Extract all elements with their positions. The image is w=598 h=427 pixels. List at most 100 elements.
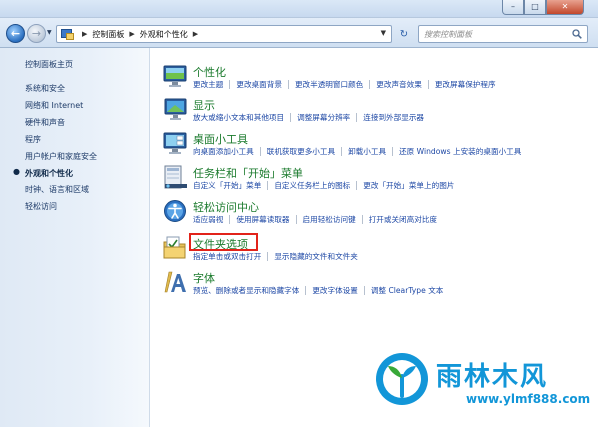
forward-button[interactable]: → (27, 24, 46, 43)
category-title[interactable]: 任务栏和「开始」菜单 (193, 165, 303, 181)
control-panel-icon (61, 29, 74, 40)
category-links: 自定义「开始」菜单 自定义任务栏上的图标 更改「开始」菜单上的图片 (193, 180, 454, 191)
task-link[interactable]: 卸载小工具 (348, 146, 386, 157)
watermark-logo-icon (376, 353, 428, 405)
link-divider (295, 215, 297, 224)
watermark-url: www.ylmf888.com (466, 392, 591, 406)
category-links: 适应弱视 使用屏幕读取器 启用轻松访问键 打开或关闭高对比度 (193, 214, 437, 225)
category-title[interactable]: 桌面小工具 (193, 131, 248, 147)
link-divider (369, 80, 371, 89)
link-divider (363, 286, 365, 295)
arrow-right-icon: → (31, 27, 42, 40)
category-links: 指定单击或双击打开 显示隐藏的文件和文件夹 (193, 251, 358, 262)
link-divider (229, 215, 231, 224)
left-navigation-pane: 控制面板主页 系统和安全 网络和 Internet 硬件和声音 程序 用户帐户和… (0, 48, 150, 427)
task-link[interactable]: 联机获取更多小工具 (267, 146, 335, 157)
sidebar-item-hardware-sound[interactable]: 硬件和声音 (25, 117, 65, 128)
address-bar[interactable]: ▶ 控制面板 ▶ 外观和个性化 ▶ ▼ (56, 25, 392, 43)
task-link[interactable]: 启用轻松访问键 (303, 214, 356, 225)
search-input[interactable] (424, 29, 569, 39)
personalization-icon[interactable] (163, 64, 189, 88)
task-link[interactable]: 更改桌面背景 (236, 79, 282, 90)
search-box[interactable] (418, 25, 588, 43)
folder-options-icon[interactable] (163, 236, 189, 260)
task-link[interactable]: 更改半透明窗口颜色 (295, 79, 363, 90)
maximize-button[interactable]: □ (524, 0, 546, 15)
ease-of-access-icon[interactable] (163, 199, 189, 223)
category-links: 放大或缩小文本和其他项目 调整屏幕分辨率 连接到外部显示器 (193, 112, 424, 123)
task-link[interactable]: 打开或关闭高对比度 (369, 214, 437, 225)
category-title[interactable]: 个性化 (193, 64, 226, 80)
minimize-button[interactable]: – (502, 0, 524, 15)
search-icon[interactable] (572, 29, 582, 39)
category-title[interactable]: 显示 (193, 97, 215, 113)
task-link[interactable]: 自定义任务栏上的图标 (274, 180, 350, 191)
recent-pages-dropdown[interactable]: ▼ (47, 29, 52, 36)
highlight-annotation-box (189, 233, 258, 251)
category-title[interactable]: 轻松访问中心 (193, 199, 259, 215)
link-divider (427, 80, 429, 89)
link-divider (341, 147, 343, 156)
sidebar-item-network-internet[interactable]: 网络和 Internet (25, 100, 83, 111)
title-bar: – □ ✕ (0, 0, 598, 18)
breadcrumb-chevron-icon[interactable]: ▶ (193, 30, 198, 38)
link-divider (267, 252, 269, 261)
task-link[interactable]: 更改字体设置 (312, 285, 358, 296)
caption-buttons: – □ ✕ (502, 0, 584, 15)
link-divider (392, 147, 394, 156)
display-icon[interactable] (163, 97, 189, 121)
task-link[interactable]: 显示隐藏的文件和文件夹 (274, 251, 358, 262)
task-link[interactable]: 适应弱视 (193, 214, 223, 225)
task-link[interactable]: 更改主题 (193, 79, 223, 90)
task-link[interactable]: 指定单击或双击打开 (193, 251, 261, 262)
category-links: 更改主题 更改桌面背景 更改半透明窗口颜色 更改声音效果 更改屏幕保护程序 (193, 79, 496, 90)
arrow-left-icon: ← (10, 27, 21, 40)
task-link[interactable]: 更改声音效果 (376, 79, 422, 90)
task-link[interactable]: 更改「开始」菜单上的图片 (363, 180, 454, 191)
gadgets-icon[interactable] (163, 131, 189, 155)
navigation-bar: ← → ▼ ▶ 控制面板 ▶ 外观和个性化 ▶ ▼ ↻ (0, 18, 598, 48)
task-link[interactable]: 还原 Windows 上安装的桌面小工具 (399, 146, 521, 157)
back-button[interactable]: ← (6, 24, 25, 43)
sidebar-item-control-panel-home[interactable]: 控制面板主页 (25, 59, 73, 70)
breadcrumb-appearance[interactable]: 外观和个性化 (140, 29, 188, 40)
sidebar-item-programs[interactable]: 程序 (25, 134, 41, 145)
task-link[interactable]: 向桌面添加小工具 (193, 146, 254, 157)
sidebar-item-user-accounts[interactable]: 用户帐户和家庭安全 (25, 151, 97, 162)
link-divider (267, 181, 269, 190)
watermark-title: 雨林木风 (436, 362, 549, 392)
task-link[interactable]: 连接到外部显示器 (363, 112, 424, 123)
refresh-icon: ↻ (399, 29, 409, 40)
task-link[interactable]: 放大或缩小文本和其他项目 (193, 112, 284, 123)
task-link[interactable]: 调整 ClearType 文本 (371, 285, 444, 296)
sidebar-item-ease-of-access[interactable]: 轻松访问 (25, 201, 57, 212)
current-item-bullet-icon: ● (13, 167, 20, 176)
task-link[interactable]: 使用屏幕读取器 (236, 214, 289, 225)
address-dropdown-icon[interactable]: ▼ (381, 29, 386, 37)
task-link[interactable]: 更改屏幕保护程序 (435, 79, 496, 90)
category-title[interactable]: 字体 (193, 270, 215, 286)
close-button[interactable]: ✕ (546, 0, 584, 15)
link-divider (290, 113, 292, 122)
link-divider (305, 286, 307, 295)
link-divider (356, 113, 358, 122)
taskbar-icon[interactable] (163, 165, 189, 189)
breadcrumb-chevron-icon[interactable]: ▶ (82, 30, 87, 38)
category-links: 向桌面添加小工具 联机获取更多小工具 卸载小工具 还原 Windows 上安装的… (193, 146, 521, 157)
breadcrumb-chevron-icon[interactable]: ▶ (129, 30, 134, 38)
task-link[interactable]: 调整屏幕分辨率 (297, 112, 350, 123)
breadcrumb-control-panel[interactable]: 控制面板 (92, 29, 124, 40)
sidebar-item-clock-language[interactable]: 时钟、语言和区域 (25, 184, 89, 195)
link-divider (361, 215, 363, 224)
task-link[interactable]: 预览、删除或者显示和隐藏字体 (193, 285, 299, 296)
sidebar-item-appearance[interactable]: 外观和个性化 (25, 168, 73, 179)
link-divider (259, 147, 261, 156)
fonts-icon[interactable] (163, 270, 189, 294)
category-links: 预览、删除或者显示和隐藏字体 更改字体设置 调整 ClearType 文本 (193, 285, 443, 296)
sidebar-item-system-security[interactable]: 系统和安全 (25, 83, 65, 94)
link-divider (287, 80, 289, 89)
link-divider (356, 181, 358, 190)
refresh-button[interactable]: ↻ (395, 27, 413, 42)
task-link[interactable]: 自定义「开始」菜单 (193, 180, 261, 191)
link-divider (229, 80, 231, 89)
